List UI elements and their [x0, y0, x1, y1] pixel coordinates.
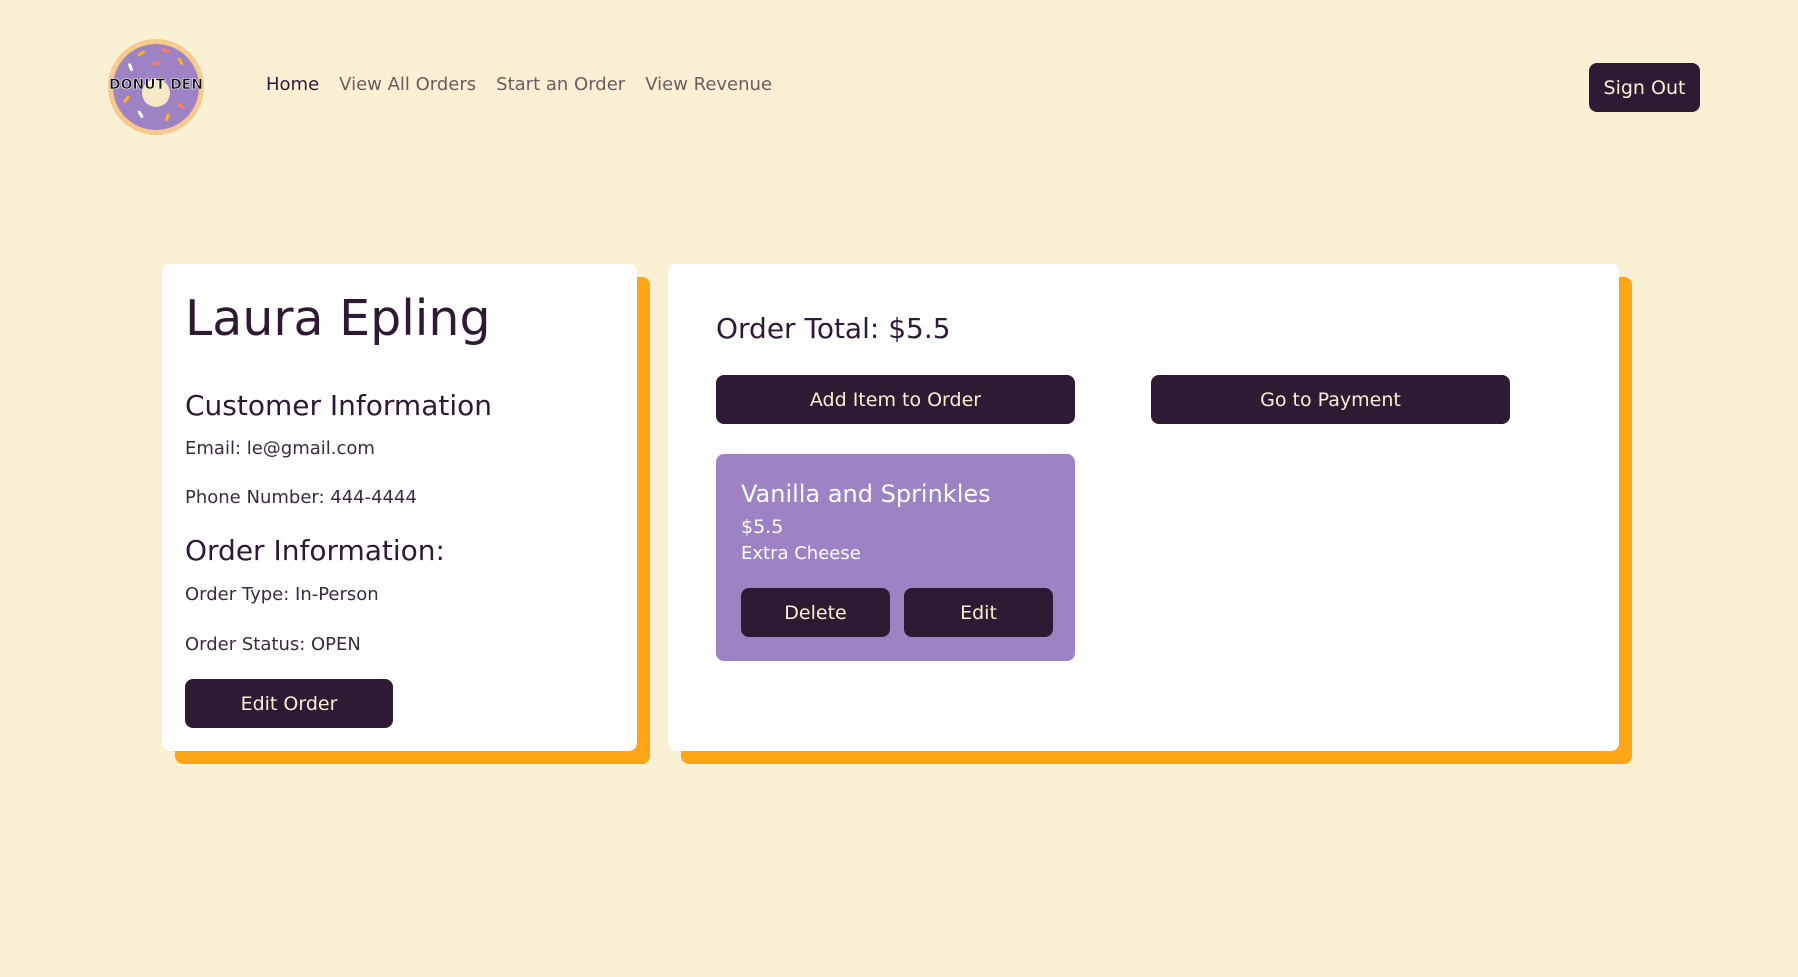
delete-item-button[interactable]: Delete: [741, 588, 890, 637]
nav-links: Home View All Orders Start an Order View…: [266, 74, 772, 95]
go-to-payment-button[interactable]: Go to Payment: [1151, 375, 1510, 424]
nav-home[interactable]: Home: [266, 74, 319, 95]
donut-den-logo[interactable]: DONUT DEN: [107, 38, 205, 136]
customer-email: Email: le@gmail.com: [185, 438, 375, 459]
customer-card: Laura Epling Customer Information Email:…: [162, 264, 637, 751]
add-item-button[interactable]: Add Item to Order: [716, 375, 1075, 424]
donut-logo-icon: DONUT DEN: [108, 39, 204, 135]
nav-view-revenue[interactable]: View Revenue: [645, 74, 772, 95]
item-price: $5.5: [741, 516, 784, 538]
order-item-card: Vanilla and Sprinkles $5.5 Extra Cheese …: [716, 454, 1075, 661]
customer-info-heading: Customer Information: [185, 389, 492, 422]
sign-out-button[interactable]: Sign Out: [1589, 63, 1700, 112]
edit-item-button[interactable]: Edit: [904, 588, 1053, 637]
navbar: DONUT DEN Home View All Orders Start an …: [0, 0, 1798, 180]
customer-phone: Phone Number: 444-4444: [185, 487, 417, 508]
nav-start-an-order[interactable]: Start an Order: [496, 74, 625, 95]
item-name: Vanilla and Sprinkles: [741, 480, 991, 508]
logo-text: DONUT DEN: [109, 77, 203, 93]
edit-order-button[interactable]: Edit Order: [185, 679, 393, 728]
order-type: Order Type: In-Person: [185, 584, 379, 605]
order-total: Order Total: $5.5: [716, 312, 951, 345]
order-info-heading: Order Information:: [185, 534, 445, 567]
customer-name: Laura Epling: [185, 290, 491, 347]
order-card: Order Total: $5.5 Add Item to Order Go t…: [668, 264, 1619, 751]
item-extra: Extra Cheese: [741, 543, 861, 564]
nav-view-all-orders[interactable]: View All Orders: [339, 74, 476, 95]
order-status: Order Status: OPEN: [185, 634, 361, 655]
